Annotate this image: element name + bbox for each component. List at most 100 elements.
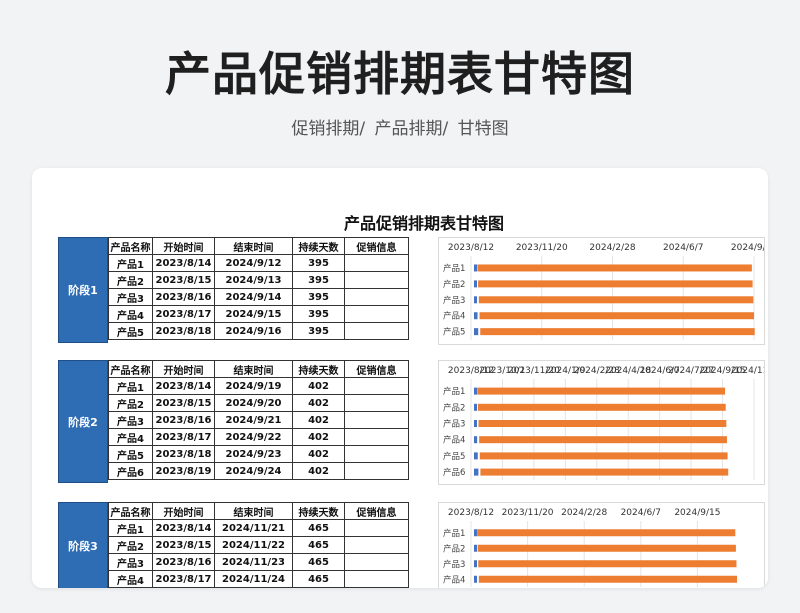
cell-end[interactable]: 2024/9/15 — [214, 305, 293, 323]
table-row: 产品2 2023/8/15 2024/9/20 402 — [108, 394, 409, 412]
cell-days[interactable]: 402 — [292, 411, 345, 429]
cell-days[interactable]: 395 — [292, 288, 345, 306]
cell-days[interactable]: 395 — [292, 254, 345, 272]
cell-info[interactable] — [344, 271, 409, 289]
cell-info[interactable] — [344, 377, 409, 395]
cell-info[interactable] — [344, 411, 409, 429]
cell-name[interactable]: 产品1 — [108, 519, 153, 537]
cell-name[interactable]: 产品4 — [108, 570, 153, 588]
cell-name[interactable]: 产品4 — [108, 305, 153, 323]
cell-end[interactable]: 2024/9/20 — [214, 394, 293, 412]
cell-info[interactable] — [344, 445, 409, 463]
breadcrumb-item[interactable]: 促销排期/ — [291, 119, 365, 139]
cell-end[interactable]: 2024/9/23 — [214, 445, 293, 463]
gantt-bar[interactable] — [478, 575, 738, 583]
cell-days[interactable]: 465 — [292, 519, 345, 537]
cell-days[interactable]: 402 — [292, 445, 345, 463]
gantt-bar[interactable] — [478, 296, 754, 304]
cell-name[interactable]: 产品3 — [108, 288, 153, 306]
gantt-bar[interactable] — [479, 436, 727, 444]
cell-info[interactable] — [344, 462, 409, 480]
cell-days[interactable]: 402 — [292, 462, 345, 480]
cell-start[interactable]: 2023/8/14 — [152, 254, 215, 272]
gantt-bar[interactable] — [477, 403, 726, 411]
cell-end[interactable]: 2024/9/13 — [214, 271, 293, 289]
cell-info[interactable] — [344, 570, 409, 588]
cell-days[interactable]: 465 — [292, 570, 345, 588]
cell-start[interactable]: 2023/8/14 — [152, 519, 215, 537]
cell-start[interactable]: 2023/8/17 — [152, 428, 215, 446]
cell-days[interactable]: 395 — [292, 322, 345, 340]
gantt-bar[interactable] — [477, 387, 726, 395]
gantt-start-offset — [474, 296, 477, 304]
x-tick-label: 2023/8/12 — [448, 243, 494, 253]
cell-info[interactable] — [344, 536, 409, 554]
cell-end[interactable]: 2024/11/22 — [214, 536, 293, 554]
cell-end[interactable]: 2024/9/16 — [214, 322, 293, 340]
cell-end[interactable]: 2024/11/21 — [214, 519, 293, 537]
cell-name[interactable]: 产品2 — [108, 394, 153, 412]
gantt-bar[interactable] — [477, 529, 736, 537]
gantt-bar[interactable] — [478, 560, 737, 568]
cell-days[interactable]: 395 — [292, 271, 345, 289]
cell-info[interactable] — [344, 288, 409, 306]
cell-end[interactable]: 2024/9/19 — [214, 377, 293, 395]
cell-end[interactable]: 2024/11/24 — [214, 570, 293, 588]
cell-start[interactable]: 2023/8/16 — [152, 411, 215, 429]
cell-end[interactable]: 2024/11/23 — [214, 553, 293, 571]
breadcrumb-item[interactable]: 产品排期/ — [375, 119, 449, 139]
cell-start[interactable]: 2023/8/18 — [152, 445, 215, 463]
gantt-bar[interactable] — [477, 264, 752, 272]
cell-name[interactable]: 产品2 — [108, 271, 153, 289]
cell-start[interactable]: 2023/8/16 — [152, 553, 215, 571]
gantt-bar[interactable] — [479, 452, 728, 460]
cell-info[interactable] — [344, 322, 409, 340]
cell-days[interactable]: 465 — [292, 536, 345, 554]
cell-name[interactable]: 产品4 — [108, 428, 153, 446]
cell-name[interactable]: 产品1 — [108, 377, 153, 395]
gantt-svg: 2023/8/12 2023/11/20 2024/2/28 2024/6/7 2024… — [443, 508, 738, 587]
cell-days[interactable]: 465 — [292, 553, 345, 571]
cell-start[interactable]: 2023/8/18 — [152, 322, 215, 340]
cell-days[interactable]: 395 — [292, 305, 345, 323]
breadcrumb-item[interactable]: 甘特图 — [458, 119, 509, 139]
cell-start[interactable]: 2023/8/19 — [152, 462, 215, 480]
cell-end[interactable]: 2024/9/21 — [214, 411, 293, 429]
cell-name[interactable]: 产品5 — [108, 445, 153, 463]
cell-start[interactable]: 2023/8/15 — [152, 271, 215, 289]
cell-info[interactable] — [344, 519, 409, 537]
table-row: 产品1 2023/8/14 2024/9/12 395 — [108, 254, 409, 272]
cell-start[interactable]: 2023/8/14 — [152, 377, 215, 395]
gantt-bar[interactable] — [480, 468, 729, 476]
cell-days[interactable]: 402 — [292, 377, 345, 395]
cell-name[interactable]: 产品3 — [108, 553, 153, 571]
cell-info[interactable] — [344, 254, 409, 272]
cell-start[interactable]: 2023/8/15 — [152, 536, 215, 554]
gantt-bar[interactable] — [477, 544, 736, 552]
cell-info[interactable] — [344, 394, 409, 412]
gantt-bar[interactable] — [480, 328, 755, 336]
gantt-start-offset — [474, 420, 477, 427]
gantt-bar[interactable] — [478, 420, 727, 427]
cell-info[interactable] — [344, 305, 409, 323]
cell-end[interactable]: 2024/9/24 — [214, 462, 293, 480]
cell-end[interactable]: 2024/9/12 — [214, 254, 293, 272]
category-label: 产品4 — [443, 311, 465, 322]
cell-start[interactable]: 2023/8/17 — [152, 305, 215, 323]
cell-start[interactable]: 2023/8/15 — [152, 394, 215, 412]
cell-name[interactable]: 产品1 — [108, 254, 153, 272]
cell-info[interactable] — [344, 553, 409, 571]
cell-name[interactable]: 产品6 — [108, 462, 153, 480]
cell-days[interactable]: 402 — [292, 394, 345, 412]
cell-info[interactable] — [344, 428, 409, 446]
cell-end[interactable]: 2024/9/22 — [214, 428, 293, 446]
cell-name[interactable]: 产品5 — [108, 322, 153, 340]
cell-name[interactable]: 产品3 — [108, 411, 153, 429]
cell-end[interactable]: 2024/9/14 — [214, 288, 293, 306]
cell-start[interactable]: 2023/8/17 — [152, 570, 215, 588]
cell-start[interactable]: 2023/8/16 — [152, 288, 215, 306]
gantt-bar[interactable] — [478, 280, 753, 288]
cell-name[interactable]: 产品2 — [108, 536, 153, 554]
gantt-bar[interactable] — [479, 312, 754, 320]
cell-days[interactable]: 402 — [292, 428, 345, 446]
